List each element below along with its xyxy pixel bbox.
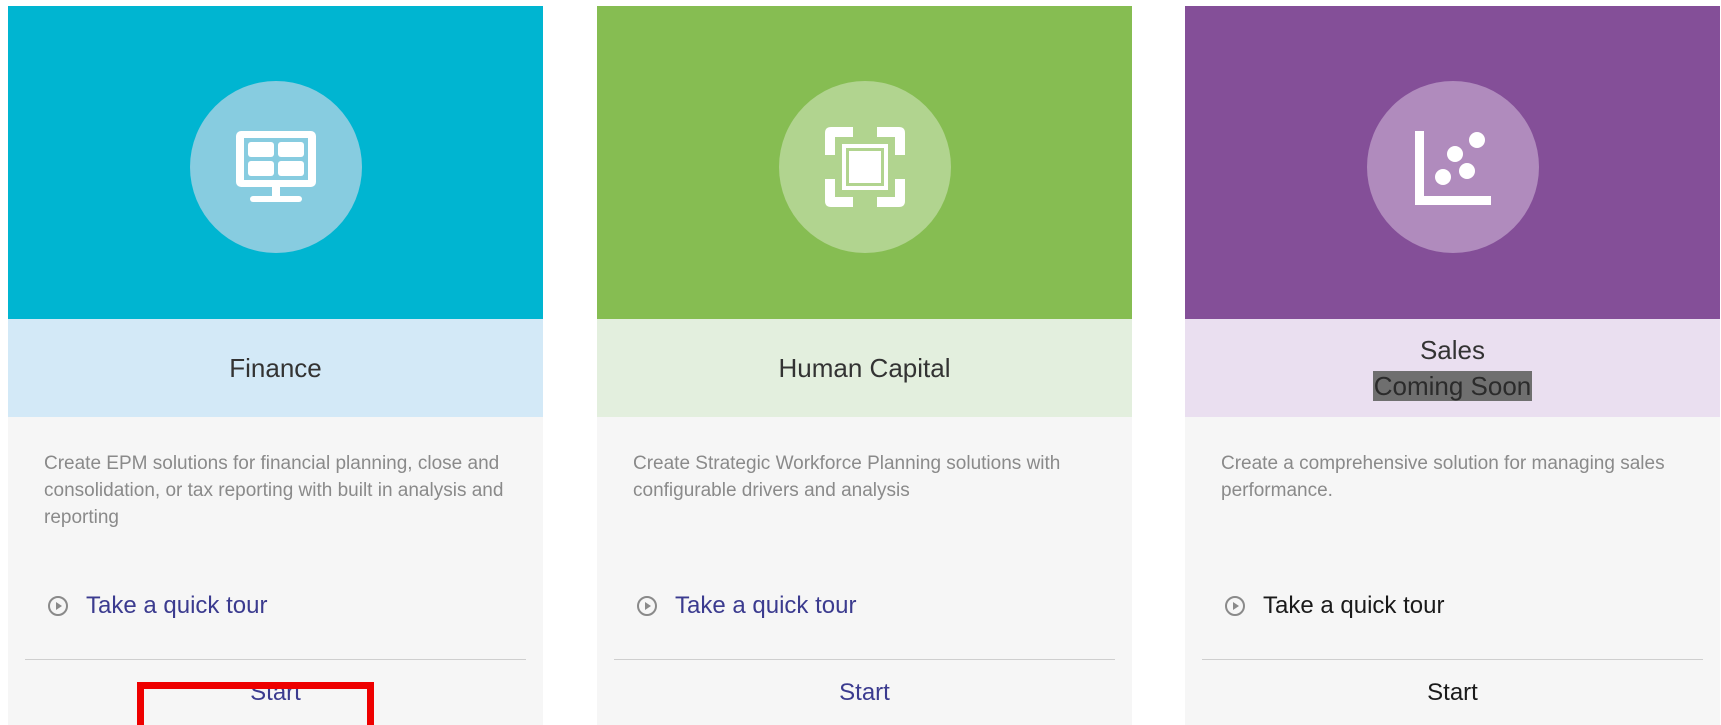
sales-title-band: Sales Coming Soon (1185, 319, 1720, 417)
finance-banner (8, 6, 543, 319)
tour-label: Take a quick tour (1263, 592, 1445, 619)
card-description: Create EPM solutions for financial plann… (44, 453, 504, 528)
solutions-page: Finance Create EPM solutions for financi… (0, 0, 1721, 725)
sales-card: Sales Coming Soon Create a comprehensive… (1185, 6, 1720, 725)
tour-label: Take a quick tour (86, 592, 268, 619)
take-tour-link[interactable]: Take a quick tour (637, 592, 856, 620)
divider (25, 659, 526, 660)
play-circle-icon (637, 596, 657, 616)
monitor-dashboard-icon (235, 131, 316, 202)
sales-banner (1185, 6, 1720, 319)
play-circle-icon (48, 596, 68, 616)
card-title: Finance (229, 353, 322, 383)
card-description: Create Strategic Workforce Planning solu… (633, 453, 1061, 501)
finance-card: Finance Create EPM solutions for financi… (8, 6, 543, 725)
tour-label: Take a quick tour (675, 592, 857, 619)
coming-soon-badge: Coming Soon (1372, 371, 1533, 401)
start-button[interactable]: Start (8, 679, 543, 707)
frame-focus-icon (824, 127, 905, 207)
start-button[interactable]: Start (597, 679, 1132, 707)
human-capital-title-band: Human Capital (597, 319, 1132, 417)
divider (614, 659, 1115, 660)
take-tour-link[interactable]: Take a quick tour (1225, 592, 1444, 620)
divider (1202, 659, 1703, 660)
human-capital-banner (597, 6, 1132, 319)
human-capital-card: Human Capital Create Strategic Workforce… (597, 6, 1132, 725)
card-title: Sales (1419, 335, 1486, 365)
card-description: Create a comprehensive solution for mana… (1221, 453, 1665, 501)
finance-icon-circle (189, 81, 362, 253)
take-tour-link[interactable]: Take a quick tour (48, 592, 267, 620)
human-capital-icon-circle (778, 81, 951, 253)
sales-icon-circle (1366, 81, 1539, 253)
play-circle-icon (1225, 596, 1245, 616)
card-title: Human Capital (778, 353, 951, 383)
finance-title-band: Finance (8, 319, 543, 417)
start-button[interactable]: Start (1185, 679, 1720, 707)
scatter-plot-icon (1414, 131, 1491, 205)
